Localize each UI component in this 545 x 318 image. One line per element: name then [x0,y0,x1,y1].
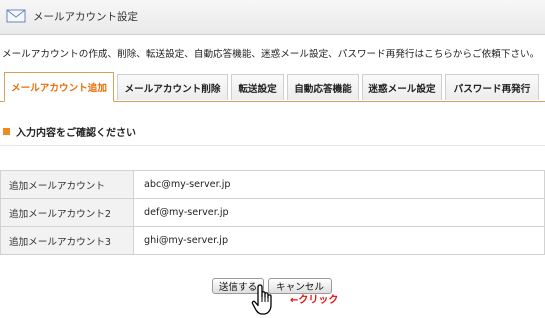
row-label: 追加メールアカウント3 [0,226,134,255]
row-value: ghi@my-server.jp [133,226,545,255]
row-label: 追加メールアカウント2 [0,198,134,227]
tab-bar: メールアカウント追加 メールアカウント削除 転送設定 自動応答機能 迷惑メール設… [0,72,545,102]
table-row: 追加メールアカウント2 def@my-server.jp [0,198,545,227]
page-title: メールアカウント設定 [33,11,138,23]
section-heading: 入力内容をご確認ください [3,124,136,139]
tab-spam-settings[interactable]: 迷惑メール設定 [362,74,442,100]
section-title-text: 入力内容をご確認ください [16,128,136,139]
tab-delete-account[interactable]: メールアカウント削除 [117,74,228,100]
row-label: 追加メールアカウント [0,170,134,199]
confirmation-table: 追加メールアカウント abc@my-server.jp 追加メールアカウント2 … [0,170,545,255]
intro-text: メールアカウントの作成、削除、転送設定、自動応答機能、迷惑メール設定、パスワード… [2,49,540,60]
table-row: 追加メールアカウント abc@my-server.jp [0,170,545,199]
page-header: メールアカウント設定 [0,0,545,35]
tab-password-reissue[interactable]: パスワード再発行 [445,74,539,100]
row-value: def@my-server.jp [133,198,545,227]
tab-forwarding[interactable]: 転送設定 [231,74,284,100]
section-divider [0,145,545,146]
table-row: 追加メールアカウント3 ghi@my-server.jp [0,226,545,255]
mail-envelope-icon [6,9,26,23]
tab-autoreply[interactable]: 自動応答機能 [287,74,359,100]
tab-add-account[interactable]: メールアカウント追加 [4,72,114,102]
bullet-icon [3,128,10,135]
row-value: abc@my-server.jp [133,170,545,199]
click-hint: ←クリック [290,295,339,306]
hand-pointer-icon [251,284,272,315]
